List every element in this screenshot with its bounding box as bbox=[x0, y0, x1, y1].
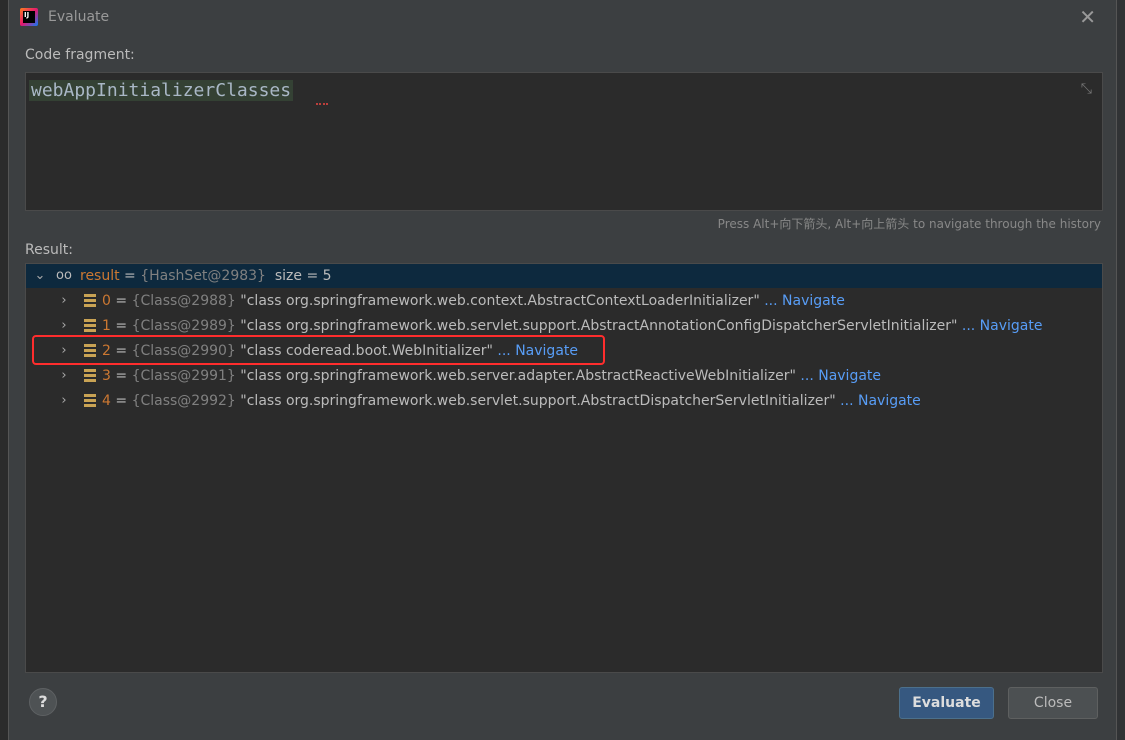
field-icon bbox=[84, 294, 96, 307]
tree-row-text: 4 = {Class@2992} "class org.springframew… bbox=[102, 393, 921, 409]
expand-icon[interactable]: ⤡ bbox=[1081, 81, 1092, 97]
history-hint: Press Alt+向下箭头, Alt+向上箭头 to navigate thr… bbox=[717, 217, 1101, 231]
watch-glasses-icon: oo bbox=[56, 268, 72, 283]
navigate-link[interactable]: ... Navigate bbox=[836, 393, 921, 409]
navigate-link[interactable]: ... Navigate bbox=[760, 293, 845, 309]
chevron-right-icon[interactable]: › bbox=[57, 289, 71, 313]
code-fragment-text[interactable]: webAppInitializerClasses bbox=[29, 80, 294, 101]
tree-row-text: 3 = {Class@2991} "class org.springframew… bbox=[102, 368, 882, 384]
close-button[interactable]: Close bbox=[1008, 687, 1098, 719]
tree-row[interactable]: › 4 = {Class@2992} "class org.springfram… bbox=[26, 389, 1102, 413]
navigate-link[interactable]: ... Navigate bbox=[796, 368, 881, 384]
code-fragment-label: Code fragment: bbox=[25, 47, 135, 63]
window-title: Evaluate bbox=[48, 9, 110, 25]
field-icon bbox=[84, 319, 96, 332]
highlight-annotation-box bbox=[32, 335, 605, 365]
chevron-right-icon[interactable]: › bbox=[57, 389, 71, 413]
navigate-link[interactable]: ... Navigate bbox=[957, 318, 1043, 334]
ide-background-right bbox=[1117, 0, 1125, 740]
evaluate-button[interactable]: Evaluate bbox=[899, 687, 994, 719]
root-label: result = {HashSet@2983} size = 5 bbox=[80, 268, 332, 284]
result-label: Result: bbox=[25, 242, 73, 258]
help-button[interactable]: ? bbox=[29, 688, 57, 716]
field-icon bbox=[84, 369, 96, 382]
tree-row[interactable]: › 3 = {Class@2991} "class org.springfram… bbox=[26, 364, 1102, 388]
code-fragment-editor[interactable]: webAppInitializerClasses ⤡ bbox=[25, 72, 1103, 211]
chevron-down-icon[interactable]: ⌄ bbox=[33, 264, 47, 288]
intellij-logo-icon: IJ bbox=[20, 8, 38, 26]
title-bar: IJ Evaluate ✕ bbox=[9, 0, 1116, 36]
close-icon[interactable]: ✕ bbox=[1079, 7, 1096, 27]
tree-row[interactable]: › 0 = {Class@2988} "class org.springfram… bbox=[26, 289, 1102, 313]
tree-row-text: 0 = {Class@2988} "class org.springframew… bbox=[102, 293, 845, 309]
chevron-right-icon[interactable]: › bbox=[57, 364, 71, 388]
result-tree[interactable]: ⌄ oo result = {HashSet@2983} size = 5 › … bbox=[25, 263, 1103, 673]
error-squiggle bbox=[316, 100, 328, 105]
tree-row-root[interactable]: ⌄ oo result = {HashSet@2983} size = 5 bbox=[26, 264, 1102, 288]
field-icon bbox=[84, 394, 96, 407]
evaluate-dialog: IJ Evaluate ✕ Code fragment: webAppIniti… bbox=[8, 0, 1117, 740]
